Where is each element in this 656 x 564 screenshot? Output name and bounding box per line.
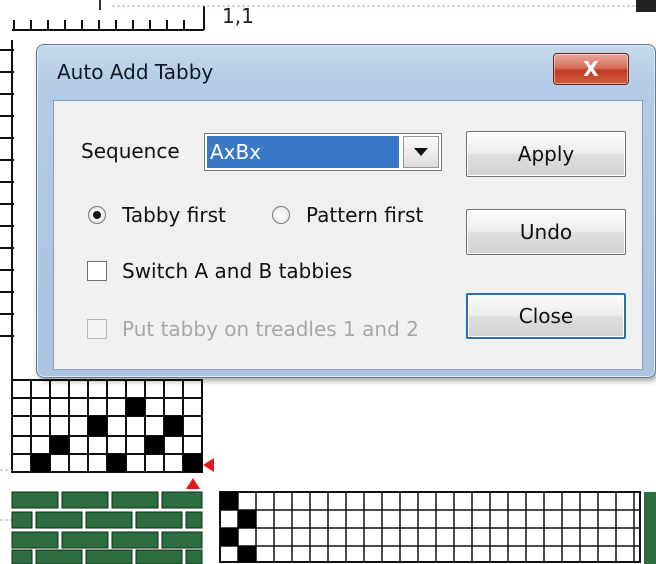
treadling-grid: [11, 379, 203, 473]
radio-tabby-first[interactable]: [88, 206, 106, 224]
treadles-checkbox: [87, 319, 107, 339]
radio-selected-dot: [93, 211, 101, 219]
close-button[interactable]: Close: [466, 293, 626, 339]
ruler-position-label: 1,1: [222, 4, 254, 28]
dialog-client-area: Sequence AxBx Apply Undo Close Tabby fir…: [53, 100, 643, 370]
radio-pattern-first[interactable]: [272, 206, 290, 224]
sequence-selected-value: AxBx: [207, 136, 399, 168]
ruler: [12, 0, 656, 31]
switch-tabbies-label[interactable]: Switch A and B tabbies: [122, 259, 352, 283]
apply-button[interactable]: Apply: [466, 131, 626, 177]
dialog-title: Auto Add Tabby: [57, 60, 214, 84]
switch-tabbies-checkbox[interactable]: [87, 261, 107, 281]
x-icon: X: [583, 57, 599, 81]
left-grid: [0, 40, 14, 380]
undo-button[interactable]: Undo: [466, 209, 626, 255]
tabby-first-label[interactable]: Tabby first: [122, 203, 226, 227]
treadles-label: Put tabby on treadles 1 and 2: [122, 317, 419, 341]
sequence-label: Sequence: [81, 139, 180, 163]
threading-grid: [219, 491, 656, 564]
row-marker-icon: [203, 458, 214, 472]
auto-add-tabby-dialog: Auto Add Tabby X Sequence AxBx Apply Und…: [36, 44, 656, 378]
sequence-dropdown[interactable]: AxBx: [204, 133, 442, 171]
dropdown-button[interactable]: [403, 136, 439, 168]
pattern-first-label[interactable]: Pattern first: [306, 203, 423, 227]
drawdown-preview: [11, 491, 203, 564]
close-window-button[interactable]: X: [553, 53, 629, 85]
column-marker-icon: [186, 478, 200, 489]
chevron-down-icon: [414, 148, 428, 156]
